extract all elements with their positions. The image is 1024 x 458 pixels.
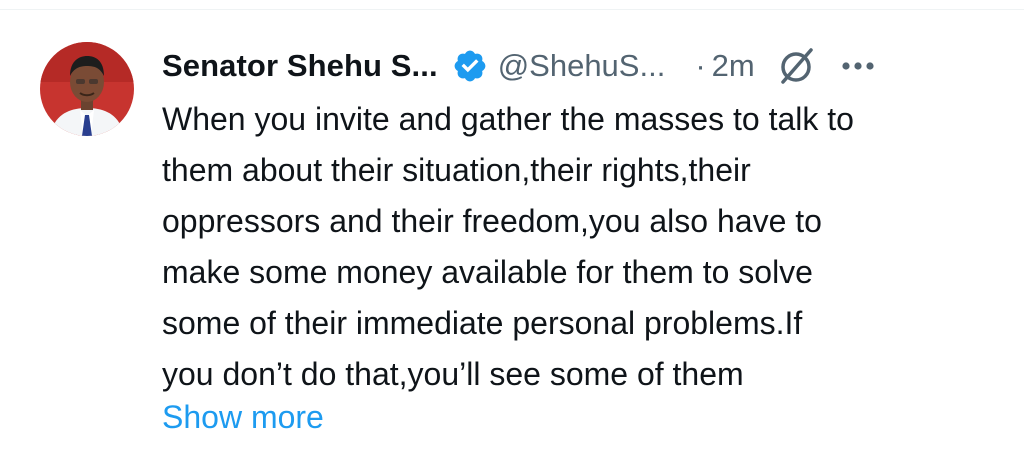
author-display-name[interactable]: Senator Shehu S... bbox=[162, 48, 438, 84]
verified-badge-icon[interactable] bbox=[452, 48, 488, 84]
tweet-body: When you invite and gather the masses to… bbox=[162, 94, 992, 400]
tweet-text-line: make some money available for them to so… bbox=[162, 254, 813, 290]
tweet-timestamp[interactable]: 2m bbox=[712, 48, 755, 84]
grok-icon[interactable] bbox=[777, 46, 817, 86]
tweet-text-line: you don’t do that,you’ll see some of the… bbox=[162, 356, 744, 392]
tweet-text-line: them about their situation,their rights,… bbox=[162, 152, 751, 188]
tweet-text-line: When you invite and gather the masses to… bbox=[162, 101, 854, 137]
top-divider bbox=[0, 9, 1024, 10]
avatar[interactable] bbox=[40, 42, 134, 136]
avatar-photo bbox=[40, 42, 134, 136]
tweet-header: Senator Shehu S... @ShehuS... · 2m bbox=[162, 40, 992, 92]
time-separator: · bbox=[695, 48, 706, 83]
author-handle[interactable]: @ShehuS... bbox=[498, 48, 666, 84]
more-options-icon[interactable] bbox=[841, 60, 875, 72]
show-more-link[interactable]: Show more bbox=[162, 394, 324, 440]
tweet-text-line: some of their immediate personal problem… bbox=[162, 305, 803, 341]
tweet-text-line: oppressors and their freedom,you also ha… bbox=[162, 203, 822, 239]
